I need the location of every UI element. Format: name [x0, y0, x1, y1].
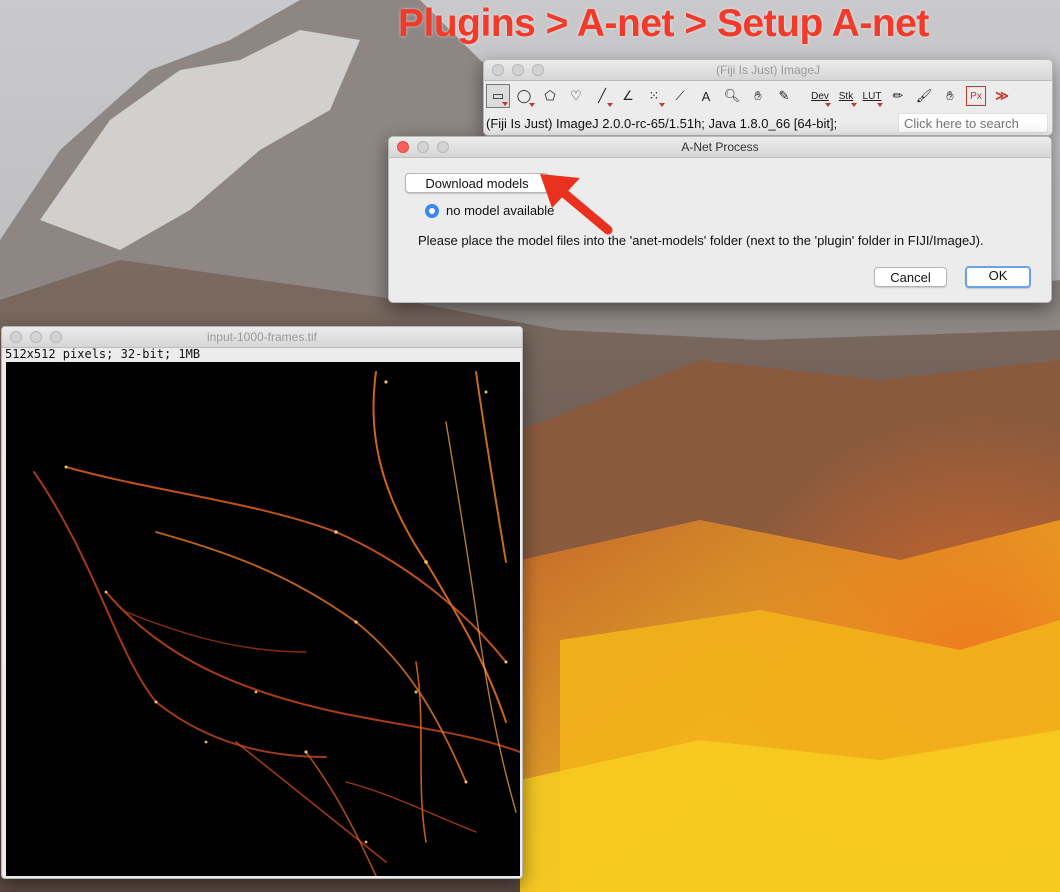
angle-tool[interactable]: ∠ [616, 84, 640, 108]
annotation-title: Plugins > A-net > Setup A-net [398, 2, 929, 45]
text-tool[interactable]: A [694, 84, 718, 108]
image-info: 512x512 pixels; 32-bit; 1MB [5, 347, 201, 361]
imagej-status-text: (Fiji Is Just) ImageJ 2.0.0-rc-65/1.51h;… [486, 116, 838, 131]
search-input[interactable] [899, 114, 1044, 132]
magnifier-tool-icon: 🔍︎ [723, 88, 741, 103]
close-button[interactable] [397, 141, 409, 153]
search-box[interactable] [898, 113, 1048, 133]
lut-menu-tool[interactable]: LUT [860, 84, 884, 108]
multipoint-tool[interactable]: ⁙ [642, 84, 666, 108]
image-titlebar[interactable]: input-1000-frames.tif [2, 327, 522, 348]
lut-menu-label: LUT [862, 90, 882, 102]
image-title: input-1000-frames.tif [206, 330, 318, 344]
dev-menu-tool[interactable]: Dev [808, 84, 832, 108]
imagej-title: (Fiji Is Just) ImageJ [715, 63, 820, 77]
px-tool[interactable]: Px [966, 86, 986, 106]
flood-fill-tool[interactable]: ✋︎ [938, 84, 962, 108]
polygon-tool-icon: ⬠ [544, 88, 556, 103]
line-tool[interactable]: ╱ [590, 84, 614, 108]
imagej-titlebar[interactable]: (Fiji Is Just) ImageJ [484, 60, 1052, 81]
cancel-button[interactable]: Cancel [874, 267, 947, 287]
zoom-button[interactable] [437, 141, 449, 153]
radio-selected-icon[interactable] [425, 203, 439, 218]
anet-titlebar[interactable]: A-Net Process [389, 137, 1051, 158]
text-tool-icon: A [701, 88, 711, 104]
rectangle-tool[interactable]: ▭ [486, 84, 510, 108]
model-radio-option[interactable]: no model available [425, 203, 554, 218]
minimize-button[interactable] [512, 64, 524, 76]
wand-tool[interactable]: ⟋ [668, 84, 692, 108]
info-text: Please place the model files into the 'a… [418, 233, 984, 248]
freehand-tool[interactable]: ♡ [564, 84, 588, 108]
wand-tool-icon: ⟋ [675, 88, 685, 103]
color-picker-tool[interactable]: ✎ [772, 84, 796, 108]
hand-tool-icon: ✋︎ [754, 88, 762, 103]
magnifier-tool[interactable]: 🔍︎ [720, 84, 744, 108]
stk-menu-tool[interactable]: Stk [834, 84, 858, 108]
pencil-tool-icon: ✏︎ [892, 88, 904, 103]
more-tools-button[interactable]: ≫ [990, 84, 1014, 108]
anet-process-dialog: A-Net Process Download models no model a… [388, 136, 1052, 303]
px-tool-label: Px [970, 90, 982, 102]
window-controls [492, 64, 544, 76]
window-controls [397, 141, 449, 153]
brush-tool-icon: 🖌︎ [915, 88, 933, 103]
download-models-button[interactable]: Download models [405, 173, 549, 193]
minimize-button[interactable] [417, 141, 429, 153]
imagej-status-row: (Fiji Is Just) ImageJ 2.0.0-rc-65/1.51h;… [484, 112, 1052, 134]
color-picker-tool-icon: ✎ [778, 88, 790, 103]
dev-menu-label: Dev [811, 90, 829, 102]
polygon-tool[interactable]: ⬠ [538, 84, 562, 108]
pencil-tool[interactable]: ✏︎ [886, 84, 910, 108]
oval-tool[interactable]: ◯ [512, 84, 536, 108]
close-button[interactable] [10, 331, 22, 343]
ok-button[interactable]: OK [965, 266, 1031, 288]
imagej-toolbar: ▭ ◯ ⬠ ♡ ╱ ∠ ⁙ ⟋ A 🔍︎ ✋︎ ✎ Dev Stk LUT ✏︎… [484, 82, 1016, 110]
window-controls [10, 331, 62, 343]
oval-tool-icon: ◯ [516, 88, 532, 103]
image-window: input-1000-frames.tif 512x512 pixels; 32… [1, 326, 523, 879]
multipoint-tool-icon: ⁙ [648, 88, 660, 103]
minimize-button[interactable] [30, 331, 42, 343]
zoom-button[interactable] [532, 64, 544, 76]
angle-tool-icon: ∠ [622, 88, 634, 103]
microscopy-image [33, 371, 521, 877]
line-tool-icon: ╱ [598, 88, 606, 103]
anet-title: A-Net Process [681, 140, 759, 154]
zoom-button[interactable] [50, 331, 62, 343]
hand-tool[interactable]: ✋︎ [746, 84, 770, 108]
stk-menu-label: Stk [838, 90, 854, 102]
double-chevron-right-icon: ≫ [995, 88, 1009, 103]
freehand-tool-icon: ♡ [570, 88, 582, 103]
imagej-window: (Fiji Is Just) ImageJ ▭ ◯ ⬠ ♡ ╱ ∠ ⁙ ⟋ A … [483, 59, 1053, 136]
brush-tool[interactable]: 🖌︎ [912, 84, 936, 108]
image-canvas[interactable] [6, 362, 521, 877]
close-button[interactable] [492, 64, 504, 76]
red-arrow-annotation-icon [540, 174, 613, 235]
flood-fill-tool-icon: ✋︎ [946, 88, 954, 103]
